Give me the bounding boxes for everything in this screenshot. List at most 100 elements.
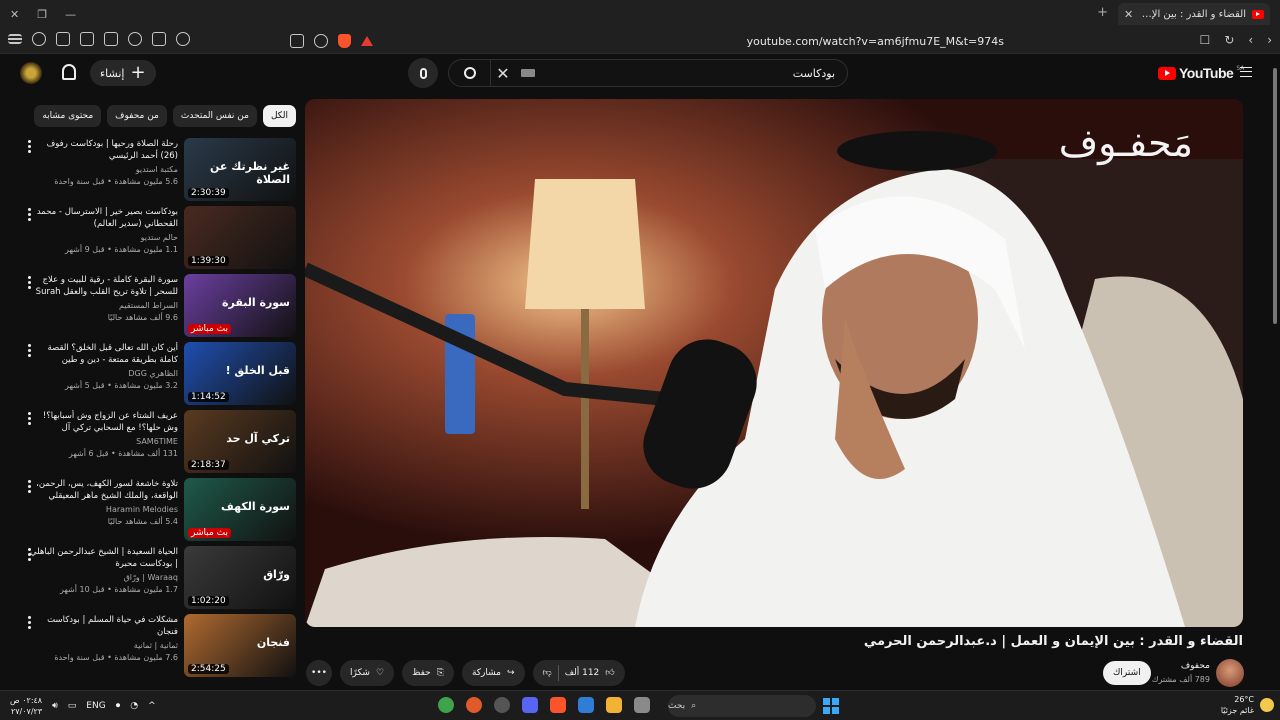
wallet-icon[interactable]: [56, 32, 70, 46]
channel-name[interactable]: Waraaq | ورّاق: [28, 573, 178, 582]
search-input[interactable]: [535, 66, 847, 80]
recommended-video[interactable]: سورة البقرة بث مباشر سورة البقرة كاملة -…: [14, 274, 296, 342]
more-options-icon[interactable]: [28, 344, 32, 357]
address-bar[interactable]: youtube.com/watch?v=am6jfmu7E_M&t=974s: [290, 31, 1010, 51]
start-menu-icon[interactable]: [823, 698, 839, 714]
video-title[interactable]: تلاوة خاشعة لسور الكهف، يس، الرحمن، الوا…: [28, 478, 178, 502]
show-hidden-icons[interactable]: ^: [148, 701, 156, 711]
recommended-video[interactable]: غير نظرتك عن الصلاة 2:30:39 رحلة الصلاة …: [14, 138, 296, 206]
account-avatar[interactable]: [20, 62, 42, 84]
more-options-icon[interactable]: [28, 140, 32, 153]
channel-name[interactable]: السراط المستقيم: [28, 301, 178, 310]
dislike-icon[interactable]: 👎︎: [543, 668, 552, 678]
new-tab-button[interactable]: +: [1097, 5, 1108, 20]
channel-name[interactable]: مكتبة استديو: [28, 165, 178, 174]
youtube-logo[interactable]: YouTube SA: [1158, 65, 1244, 81]
video-title[interactable]: عريف الشتاء عن الزواج وش أسبابها؟! وش حل…: [28, 410, 178, 434]
brave-rewards-icon[interactable]: [361, 36, 373, 46]
video-title[interactable]: أين كان الله تعالى قبل الخلق؟ القصة كامل…: [28, 342, 178, 366]
recommended-video[interactable]: ورّاق 1:02:20 الحياة السعيدة | الشيخ عبد…: [14, 546, 296, 614]
page-scrollbar[interactable]: [1270, 54, 1280, 690]
channel-avatar[interactable]: [1216, 659, 1244, 687]
video-title[interactable]: بودكاست بصير خير | الاسترسال - محمد القح…: [28, 206, 178, 230]
clock[interactable]: ٠٢:٤٨ ص ٢٧/٠٧/٢٣: [10, 695, 42, 717]
voice-search-button[interactable]: [408, 58, 438, 88]
weather-widget[interactable]: 26°C غائم جزئيًا: [1221, 694, 1274, 716]
menu-icon[interactable]: [8, 34, 22, 44]
cast-icon[interactable]: [290, 34, 304, 48]
thanks-button[interactable]: ♡ شكرًا: [340, 660, 395, 686]
minimize-window-icon[interactable]: —: [65, 8, 76, 21]
app-icon[interactable]: [466, 697, 482, 713]
recommended-video[interactable]: سورة الكهف بث مباشر تلاوة خاشعة لسور الك…: [14, 478, 296, 546]
more-options-icon[interactable]: [28, 480, 32, 493]
scrollbar-thumb[interactable]: [1273, 68, 1277, 324]
more-options-icon[interactable]: [28, 412, 32, 425]
like-icon[interactable]: 👍︎: [605, 668, 614, 678]
file-explorer-icon[interactable]: [606, 697, 622, 713]
reload-icon[interactable]: ↻: [1224, 33, 1234, 47]
video-player[interactable]: مَحفـوف: [305, 99, 1243, 627]
network-icon[interactable]: ▭: [68, 701, 77, 711]
subscribe-button[interactable]: اشتراك: [1103, 661, 1151, 685]
more-options-icon[interactable]: [28, 548, 32, 561]
discord-app-icon[interactable]: [522, 697, 538, 713]
channel-name[interactable]: الظاهري DGG: [28, 369, 178, 378]
url-text[interactable]: youtube.com/watch?v=am6jfmu7E_M&t=974s: [747, 35, 1004, 48]
more-options-icon[interactable]: [28, 208, 32, 221]
channel-name[interactable]: حالم ستديو: [28, 233, 178, 242]
vpn-shield-icon[interactable]: [32, 32, 46, 46]
chrome-app-icon[interactable]: [438, 697, 454, 713]
volume-icon[interactable]: 🔊︎: [52, 701, 58, 711]
share-button[interactable]: ↪ مشاركة: [461, 660, 525, 686]
chip-all[interactable]: الكل: [262, 105, 296, 127]
bookmark-icon[interactable]: ☐: [1200, 33, 1211, 47]
screenshot-icon[interactable]: [152, 32, 166, 46]
video-thumbnail[interactable]: غير نظرتك عن الصلاة 2:30:39: [184, 138, 296, 201]
microphone-tray-icon[interactable]: ⏺: [116, 701, 121, 711]
video-title[interactable]: الحياة السعيدة | الشيخ عبدالرحمن الباهلي…: [28, 546, 178, 570]
video-thumbnail[interactable]: 1:39:30: [184, 206, 296, 269]
video-thumbnail[interactable]: سورة البقرة بث مباشر: [184, 274, 296, 337]
clear-search-icon[interactable]: ✕: [491, 64, 515, 83]
sidebar-icon[interactable]: [104, 32, 118, 46]
music-icon[interactable]: [128, 32, 142, 46]
video-thumbnail[interactable]: فنجان 2:54:25: [184, 614, 296, 677]
brave-shield-icon[interactable]: [338, 34, 351, 48]
antivirus-tray-icon[interactable]: ◔: [130, 701, 138, 711]
close-tab-icon[interactable]: ✕: [1124, 8, 1133, 21]
chip-same-speaker[interactable]: من نفس المتحدث: [172, 105, 257, 127]
task-view-icon[interactable]: [634, 697, 650, 713]
video-title[interactable]: سورة البقرة كاملة - رقية للبيت و علاج لل…: [28, 274, 178, 298]
browser-tab[interactable]: القضاء و القدر : بين الإيمان و الع ✕: [1118, 3, 1270, 25]
search-button[interactable]: [449, 60, 491, 86]
create-button[interactable]: إنشاء +: [90, 60, 156, 86]
brave-app-icon[interactable]: [550, 697, 566, 713]
reading-list-icon[interactable]: [80, 32, 94, 46]
back-icon[interactable]: ‹: [1248, 33, 1253, 47]
save-button[interactable]: ⎘ حفظ: [402, 660, 454, 686]
video-thumbnail[interactable]: ورّاق 1:02:20: [184, 546, 296, 609]
channel-name[interactable]: محفوف: [1181, 661, 1210, 671]
notifications-bell-icon[interactable]: [62, 64, 76, 80]
forward-icon[interactable]: ›: [1267, 33, 1272, 47]
taskbar-search[interactable]: ⌕ بحث: [668, 695, 816, 717]
recommended-video[interactable]: فنجان 2:54:25 مشكلات في حياة المسلم | بو…: [14, 614, 296, 682]
more-options-icon[interactable]: [28, 276, 32, 289]
channel-name[interactable]: SAM6TIME: [28, 437, 178, 446]
share-page-icon[interactable]: [314, 34, 328, 48]
more-actions-button[interactable]: •••: [306, 660, 332, 686]
store-app-icon[interactable]: [578, 697, 594, 713]
channel-name[interactable]: ثمانية | ثمانية: [28, 641, 178, 650]
video-thumbnail[interactable]: سورة الكهف بث مباشر: [184, 478, 296, 541]
chip-similar[interactable]: محتوى مشابه: [34, 105, 102, 127]
more-options-icon[interactable]: [28, 616, 32, 629]
keyboard-icon[interactable]: [521, 69, 535, 77]
github-app-icon[interactable]: [494, 697, 510, 713]
language-indicator[interactable]: ENG: [86, 701, 105, 711]
video-title[interactable]: مشكلات في حياة المسلم | بودكاست فنجان: [28, 614, 178, 638]
guide-menu-icon[interactable]: [1240, 67, 1252, 77]
channel-name[interactable]: Haramin Melodies: [28, 505, 178, 514]
recommended-video[interactable]: تركي آل حد 2:18:37 عريف الشتاء عن الزواج…: [14, 410, 296, 478]
recommended-video[interactable]: 1:39:30 بودكاست بصير خير | الاسترسال - م…: [14, 206, 296, 274]
